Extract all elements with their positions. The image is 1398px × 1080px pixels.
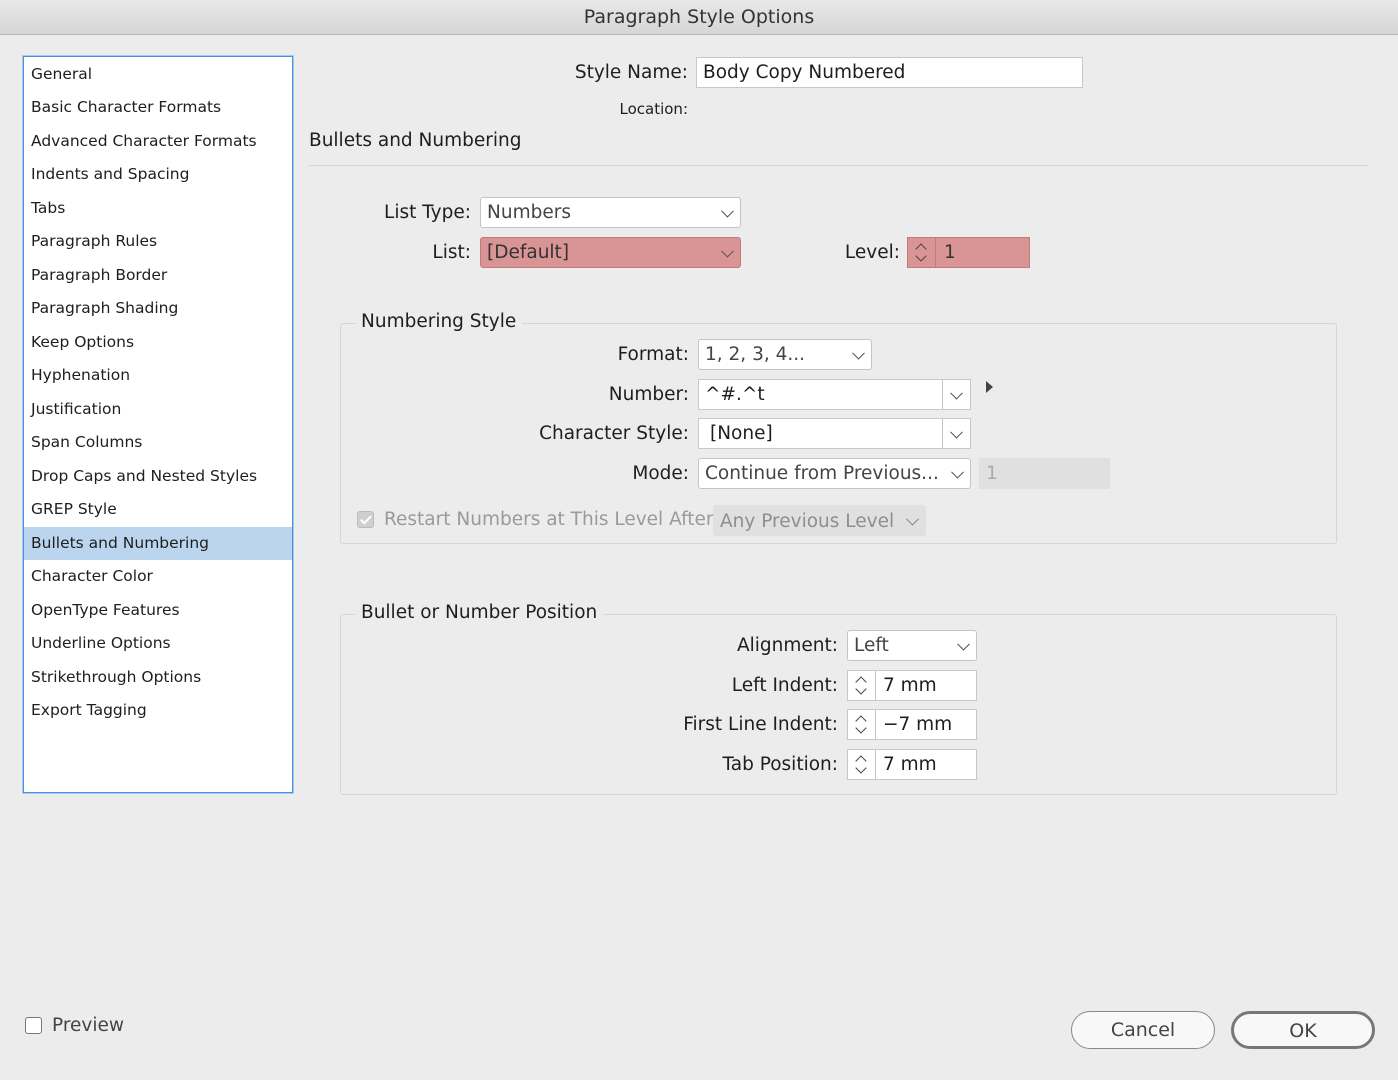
sidebar-item-tabs[interactable]: Tabs xyxy=(24,192,292,225)
position-title: Bullet or Number Position xyxy=(355,602,604,623)
preview-checkbox[interactable] xyxy=(25,1017,42,1034)
chevron-down-icon xyxy=(950,386,963,400)
restart-numbers-checkbox xyxy=(357,511,374,528)
format-value: 1, 2, 3, 4... xyxy=(705,344,806,365)
alignment-dropdown[interactable]: Left xyxy=(847,630,977,661)
numbering-style-title: Numbering Style xyxy=(355,311,523,332)
sidebar-item-hyphenation[interactable]: Hyphenation xyxy=(24,359,292,392)
left-indent-label: Left Indent: xyxy=(731,675,838,696)
ok-button[interactable]: OK xyxy=(1231,1011,1375,1049)
chevron-down-icon xyxy=(721,204,734,218)
restart-numbers-label: Restart Numbers at This Level After: xyxy=(384,509,720,530)
chevron-down-icon xyxy=(957,637,970,651)
sidebar-item-general[interactable]: General xyxy=(24,58,292,91)
cancel-button[interactable]: Cancel xyxy=(1071,1011,1215,1049)
left-indent-stepper[interactable]: 7 mm xyxy=(847,670,977,701)
chevron-down-icon xyxy=(951,465,964,479)
combo-dropdown-button[interactable] xyxy=(942,380,970,409)
sidebar-item-grep-style[interactable]: GREP Style xyxy=(24,493,292,526)
mode-start-value: 1 xyxy=(986,463,998,484)
sidebar-item-keep-options[interactable]: Keep Options xyxy=(24,326,292,359)
tab-position-stepper[interactable]: 7 mm xyxy=(847,749,977,780)
alignment-value: Left xyxy=(854,635,889,656)
sidebar-item-underline-options[interactable]: Underline Options xyxy=(24,627,292,660)
stepper-arrows-icon[interactable] xyxy=(848,710,876,739)
location-label: Location: xyxy=(619,100,689,118)
mode-dropdown[interactable]: Continue from Previous... xyxy=(698,458,971,489)
list-type-dropdown[interactable]: Numbers xyxy=(480,197,741,228)
mode-label: Mode: xyxy=(632,463,689,484)
insert-special-character-icon[interactable] xyxy=(986,381,993,393)
sidebar-item-paragraph-shading[interactable]: Paragraph Shading xyxy=(24,292,292,325)
number-value: ^#.^t xyxy=(705,384,765,405)
character-style-label: Character Style: xyxy=(539,423,689,444)
stepper-arrows-icon[interactable] xyxy=(848,750,876,779)
first-line-indent-stepper[interactable]: −7 mm xyxy=(847,709,977,740)
sidebar-item-character-color[interactable]: Character Color xyxy=(24,560,292,593)
restart-level-dropdown: Any Previous Level xyxy=(713,505,926,536)
mode-start-input: 1 xyxy=(979,458,1110,489)
sidebar-item-span-columns[interactable]: Span Columns xyxy=(24,426,292,459)
style-name-input[interactable]: Body Copy Numbered xyxy=(696,57,1083,88)
number-combo[interactable]: ^#.^t xyxy=(698,379,971,410)
sidebar-item-paragraph-rules[interactable]: Paragraph Rules xyxy=(24,225,292,258)
number-label: Number: xyxy=(608,384,689,405)
first-line-indent-value: −7 mm xyxy=(883,714,953,735)
sidebar-item-paragraph-border[interactable]: Paragraph Border xyxy=(24,259,292,292)
mode-value: Continue from Previous... xyxy=(705,463,939,484)
preview-label: Preview xyxy=(52,1015,125,1036)
sidebar-item-export-tagging[interactable]: Export Tagging xyxy=(24,694,292,727)
left-indent-value: 7 mm xyxy=(883,675,937,696)
restart-level-value: Any Previous Level xyxy=(720,511,895,532)
tab-position-value: 7 mm xyxy=(883,754,937,775)
list-value: [Default] xyxy=(487,242,570,263)
position-group xyxy=(340,614,1337,795)
chevron-down-icon xyxy=(906,512,919,526)
tab-position-label: Tab Position: xyxy=(722,754,838,775)
stepper-arrows-icon[interactable] xyxy=(848,671,876,700)
section-title: Bullets and Numbering xyxy=(309,130,522,151)
combo-dropdown-button[interactable] xyxy=(942,419,970,448)
chevron-down-icon xyxy=(950,425,963,439)
alignment-label: Alignment: xyxy=(736,635,838,656)
sidebar-item-indents-and-spacing[interactable]: Indents and Spacing xyxy=(24,158,292,191)
format-dropdown[interactable]: 1, 2, 3, 4... xyxy=(698,339,872,370)
stepper-arrows-icon[interactable] xyxy=(908,238,936,267)
sidebar-item-justification[interactable]: Justification xyxy=(24,393,292,426)
sidebar-item-bullets-and-numbering[interactable]: Bullets and Numbering xyxy=(24,527,292,560)
character-style-combo[interactable]: [None] xyxy=(698,418,971,449)
list-type-label: List Type: xyxy=(384,202,471,223)
list-label: List: xyxy=(432,242,471,263)
sidebar-item-drop-caps-nested-styles[interactable]: Drop Caps and Nested Styles xyxy=(24,460,292,493)
section-divider xyxy=(309,165,1368,166)
window-title-bar: Paragraph Style Options xyxy=(0,0,1398,35)
sidebar-item-advanced-character-formats[interactable]: Advanced Character Formats xyxy=(24,125,292,158)
level-value: 1 xyxy=(944,242,956,263)
format-label: Format: xyxy=(617,344,689,365)
chevron-down-icon xyxy=(852,346,865,360)
chevron-down-icon xyxy=(721,244,734,258)
sidebar-item-basic-character-formats[interactable]: Basic Character Formats xyxy=(24,91,292,124)
list-dropdown[interactable]: [Default] xyxy=(480,237,741,268)
character-style-value: [None] xyxy=(710,423,773,444)
style-name-label: Style Name: xyxy=(574,62,688,83)
category-list[interactable]: General Basic Character Formats Advanced… xyxy=(23,56,293,793)
level-stepper[interactable]: 1 xyxy=(907,237,1030,268)
sidebar-item-strikethrough-options[interactable]: Strikethrough Options xyxy=(24,661,292,694)
list-type-value: Numbers xyxy=(487,202,571,223)
sidebar-item-opentype-features[interactable]: OpenType Features xyxy=(24,594,292,627)
first-line-indent-label: First Line Indent: xyxy=(683,714,838,735)
window-title: Paragraph Style Options xyxy=(583,6,815,28)
level-label: Level: xyxy=(844,242,900,263)
